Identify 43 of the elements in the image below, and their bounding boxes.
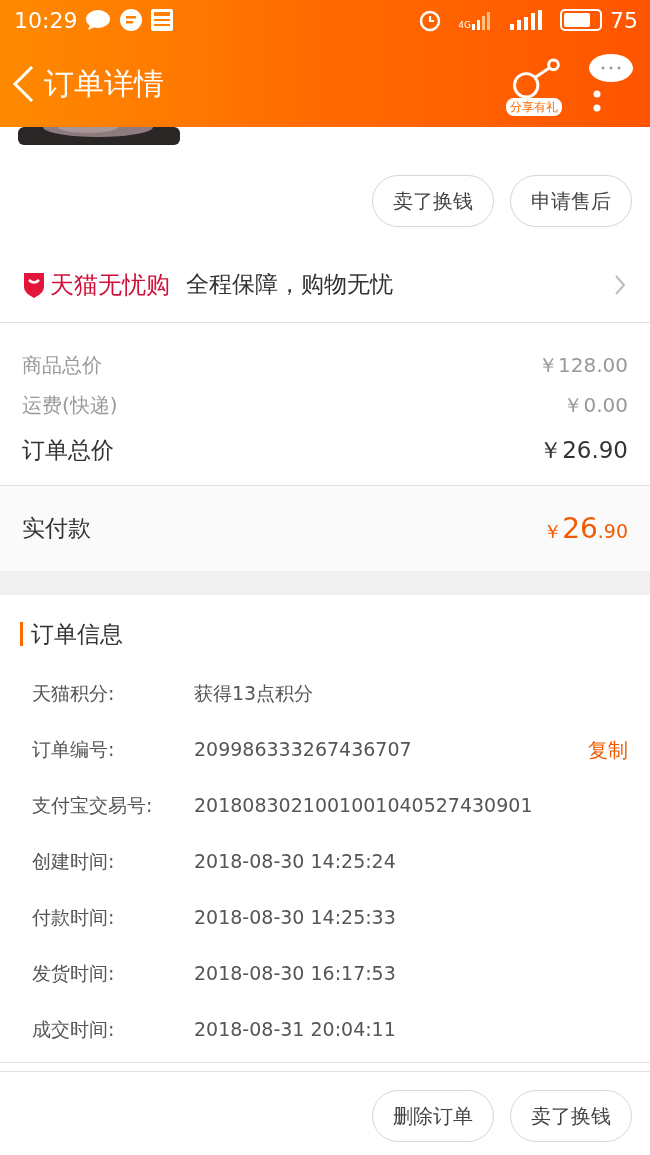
info-value: 2018083021001001040527430901 [194,793,533,819]
info-value: 209986333267436707 [194,737,412,763]
price-label: 商品总价 [22,352,102,379]
clock-time: 10:29 [14,6,78,35]
price-value: ￥128.00 [538,352,628,379]
guarantee-row[interactable]: 天猫无忧购 全程保障，购物无忧 [0,247,650,323]
news-icon [151,9,174,31]
action-button[interactable]: 卖了换钱 [510,1089,632,1142]
info-label: 订单编号: [32,737,116,763]
price-value: ￥0.00 [563,392,628,419]
info-label: 支付宝交易号: [32,793,154,819]
paid-label: 实付款 [22,514,91,544]
chat-icon [85,9,112,31]
info-label: 创建时间: [32,849,116,875]
price-label: 运费(快递) [22,392,118,419]
info-label: 天猫积分: [32,681,116,707]
battery-percent: 75 [610,6,638,35]
battery-icon [560,9,602,31]
info-value: 2018-08-30 14:25:24 [194,849,396,875]
info-value: 2018-08-30 16:17:53 [194,961,396,987]
section-title: 订单信息 [31,620,123,649]
action-button[interactable]: 卖了换钱 [372,175,494,227]
guarantee-text: 全程保障，购物无忧 [186,270,393,300]
message-icon [119,8,144,32]
alarm-icon [418,8,443,32]
info-label: 付款时间: [32,905,116,931]
signal-bars-icon [510,10,544,30]
action-button[interactable]: 申请售后 [510,175,632,227]
action-button[interactable]: 删除订单 [372,1089,494,1142]
info-label: 发货时间: [32,961,116,987]
info-value: 获得13点积分 [194,681,314,707]
page-title: 订单详情 [44,65,164,103]
paid-amount: ￥26.90 [543,510,628,547]
info-label: 成交时间: [32,1017,116,1043]
chevron-icon [614,273,626,296]
info-value: 2018-08-31 20:04:11 [194,1017,396,1043]
back-icon[interactable] [10,63,36,104]
more-icon[interactable] [586,53,636,114]
info-value: 2018-08-30 14:25:33 [194,905,396,931]
shield-icon [22,270,46,299]
price-value: ￥26.90 [539,435,628,465]
brand-text: 天猫无忧购 [50,269,170,301]
price-label: 订单总价 [22,435,114,465]
